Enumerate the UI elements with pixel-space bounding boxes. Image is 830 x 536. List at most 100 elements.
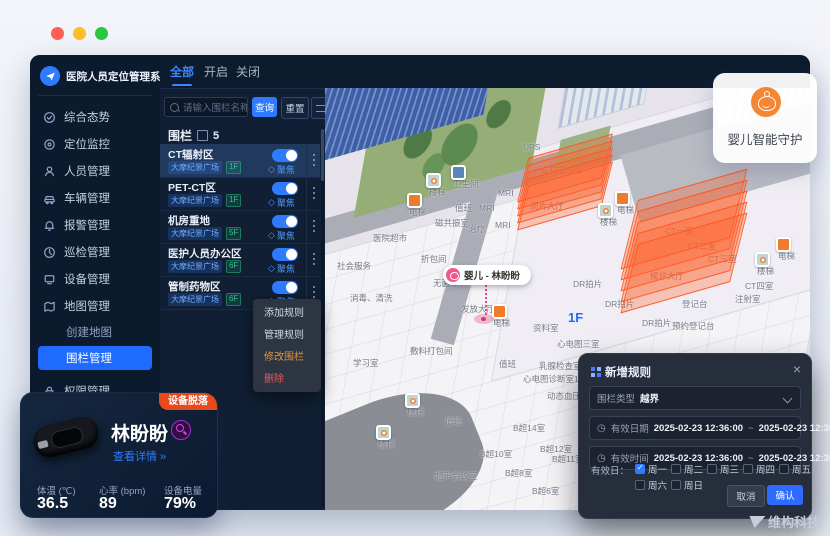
fence-toggle[interactable] [272,182,298,195]
day-checkbox-thu[interactable]: 周四 [743,462,775,476]
map-label: 超声会议室 [435,470,478,482]
close-icon[interactable]: × [793,361,801,377]
map-label: 预约登记台 [672,320,715,332]
day-checkbox-mon[interactable]: 周一 [635,462,667,476]
fence-toggle[interactable] [272,215,298,228]
target-icon [43,138,56,151]
sidebar-item-patrol[interactable]: 巡检管理 [30,240,160,264]
fence-toggle[interactable] [272,248,298,261]
map-label: 学习室 [353,357,379,369]
menu-item-manage-rule[interactable]: 管理规则 [253,325,321,347]
marker-leader-line [485,285,487,315]
search-input[interactable]: 请输入围栏名称 [164,97,248,117]
tab-disabled[interactable]: 关闭 [236,63,260,80]
elevator-marker[interactable] [615,191,630,206]
window-close-button[interactable] [51,27,64,40]
stairs-marker[interactable] [755,252,770,267]
day-checkbox-fri[interactable]: 周五 [779,462,811,476]
view-details-link[interactable]: 查看详情 » [113,448,166,464]
device-alert-card: 设备脱落 林盼盼 查看详情 » 体温 (℃) 心率 (bpm) 设备电量 36.… [20,392,218,518]
person-name: 林盼盼 [111,419,168,446]
map-label: B超8室 [505,467,532,479]
vendor-name: 维构科技 [768,512,820,531]
checkbox-icon [671,480,681,490]
checkbox-icon [635,480,645,490]
map-label: 资料室 [533,322,559,334]
window-zoom-button[interactable] [95,27,108,40]
wristband-image [27,411,111,467]
baby-location-marker[interactable]: 婴儿 - 林盼盼 [443,265,531,285]
sidebar-item-device[interactable]: 设备管理 [30,267,160,291]
stairs-marker[interactable] [376,425,391,440]
sidebar-item-personnel[interactable]: 人员管理 [30,159,160,183]
sidebar-item-location-monitor[interactable]: 定位监控 [30,132,160,156]
toilet-marker[interactable] [451,165,466,180]
map-label: B超14室 [513,422,545,434]
cancel-button[interactable]: 取消 [727,485,765,507]
valid-date-range-input[interactable]: ◷ 有效日期 2025-02-23 12:36:00 ~ 2025-02-23 … [589,416,801,440]
checkbox-checked-icon [635,464,645,474]
fence-item[interactable]: 医护人员办公区 大摩纪景广场6F ◇聚焦 [160,243,320,277]
day-checkbox-tue[interactable]: 周二 [671,462,703,476]
menu-item-add-rule[interactable]: 添加规则 [253,303,321,325]
map-label: CT四室 [745,280,773,292]
elevator-marker[interactable] [492,304,507,319]
focus-button[interactable]: ◇聚焦 [268,196,295,209]
reset-button[interactable]: 重置 [281,97,309,119]
sidebar-subitem-fence-manage[interactable]: 围栏管理 [38,346,152,370]
fence-item[interactable]: PET-CT区 大摩纪景广场1F ◇聚焦 [160,177,320,211]
day-checkbox-sun[interactable]: 周日 [671,478,703,492]
floor-tag: 1F [226,194,241,207]
status-badge: 设备脱落 [159,393,217,410]
sidebar-item-map[interactable]: 地图管理 [30,294,160,318]
diamond-icon: ◇ [268,197,275,208]
day-checkbox-wed[interactable]: 周三 [707,462,739,476]
focus-button[interactable]: ◇聚焦 [268,262,295,275]
sidebar-item-overview[interactable]: 综合态势 [30,105,160,129]
more-menu-icon[interactable] [306,144,321,177]
menu-item-delete[interactable]: 删除 [253,369,321,391]
baby-face-icon [751,87,781,117]
menu-item-edit-fence[interactable]: 修改围栏 [253,347,321,369]
day-checkbox-sat[interactable]: 周六 [635,478,667,492]
stairs-marker[interactable] [426,173,441,188]
area-tag: 大摩纪景广场 [168,161,222,174]
elevator-marker[interactable] [407,193,422,208]
query-button[interactable]: 查询 [252,97,277,117]
area-tag: 大摩纪景广场 [168,194,222,207]
confirm-button[interactable]: 确认 [767,485,803,505]
check-circle-icon [43,111,56,124]
sidebar-subitem-create-map[interactable]: 创建地图 [30,322,160,342]
stairs-marker[interactable] [598,203,613,218]
stairs-marker[interactable] [405,393,420,408]
detail-magnifier-icon[interactable] [171,420,191,440]
baby-guard-card[interactable]: 婴儿智能守护 [713,73,817,163]
app-title: 医院人员定位管理系统 [66,69,171,84]
map-icon [43,300,56,313]
frame-icon [197,130,208,141]
sidebar-item-vehicle[interactable]: 车辆管理 [30,186,160,210]
window-minimize-button[interactable] [73,27,86,40]
sidebar-item-alarm[interactable]: 报警管理 [30,213,160,237]
fence-item[interactable]: 机房重地 大摩纪景广场5F ◇聚焦 [160,210,320,244]
clock-icon [43,246,56,259]
focus-button[interactable]: ◇聚焦 [268,229,295,242]
panel-scrollbar[interactable] [321,125,324,507]
fence-item[interactable]: CT辐射区 大摩纪景广场1F ◇聚焦 [160,144,320,178]
car-icon [43,192,56,205]
monitor-icon [43,273,56,286]
chevron-down-icon [783,394,793,404]
tab-enabled[interactable]: 开启 [204,63,228,80]
elevator-marker[interactable] [776,237,791,252]
more-menu-icon[interactable] [306,177,321,210]
focus-button[interactable]: ◇聚焦 [268,163,295,176]
fence-toggle[interactable] [272,281,298,294]
map-label: MRI [479,203,495,213]
fence-toggle[interactable] [272,149,298,162]
more-menu-icon[interactable] [306,210,321,243]
fence-type-select[interactable]: 围栏类型 越界 [589,386,801,410]
more-menu-icon[interactable] [306,243,321,276]
page: 医院人员定位管理系统 综合态势 定位监控 人员管理 车辆管理 报警管理 巡检管理 [0,0,830,536]
tab-all[interactable]: 全部 [170,63,194,80]
search-icon [170,103,179,112]
